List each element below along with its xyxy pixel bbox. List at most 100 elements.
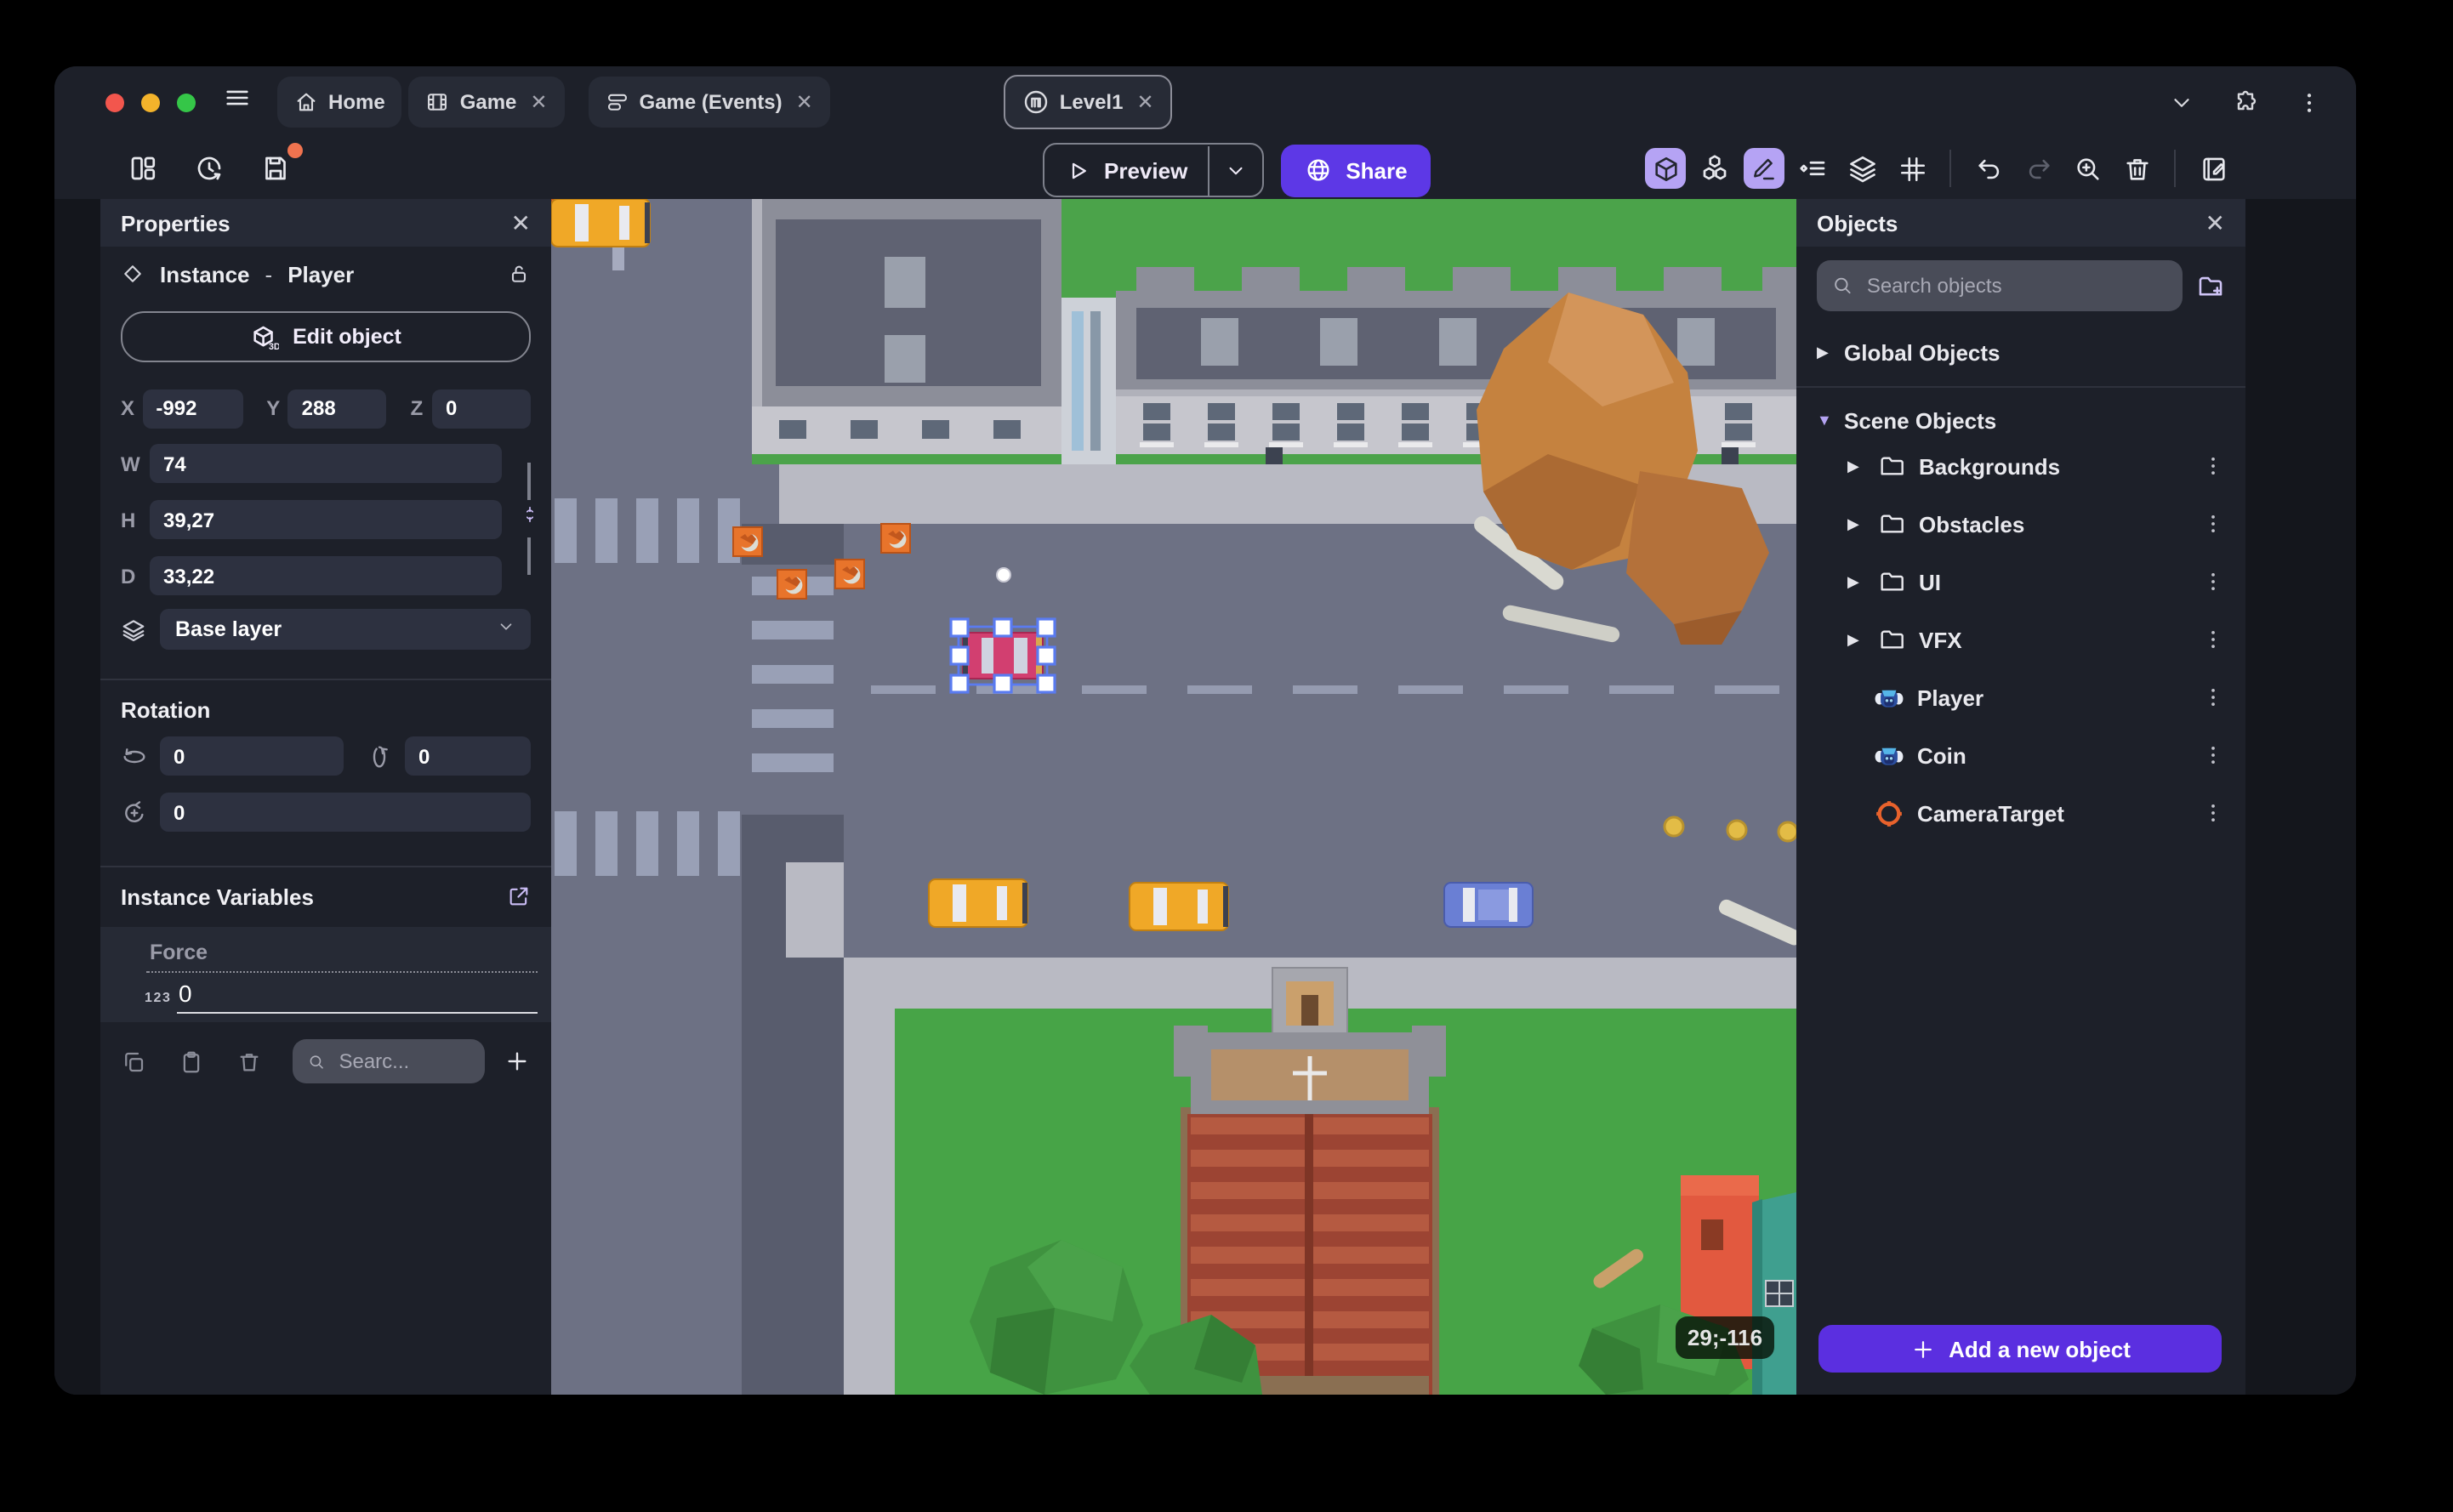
variable-row-force[interactable]: Force 123 0 <box>100 927 551 1022</box>
position-row: X Y Z <box>121 388 531 429</box>
browser-menu-kebab-icon[interactable] <box>2296 89 2322 115</box>
y-input[interactable] <box>287 389 387 428</box>
edit-object-button[interactable]: 3D Edit object <box>121 311 531 362</box>
maximize-window-button[interactable] <box>177 93 196 111</box>
events-sheet-icon <box>607 94 627 111</box>
trash-icon[interactable] <box>236 1049 262 1074</box>
close-objects-icon[interactable]: ✕ <box>2205 208 2225 237</box>
view-3d-button[interactable] <box>1645 148 1686 189</box>
objects-search-input[interactable] <box>1863 272 2167 299</box>
group-scene-objects[interactable]: ▼ Scene Objects <box>1796 400 2245 441</box>
w-label: W <box>121 452 140 475</box>
group-global-objects[interactable]: ▶ Global Objects <box>1796 332 2245 372</box>
add-new-object-button[interactable]: Add a new object <box>1818 1325 2222 1373</box>
undo-icon <box>1978 158 1999 179</box>
object-item-camera-target[interactable]: CameraTarget <box>1796 784 2245 842</box>
close-window-button[interactable] <box>105 93 124 111</box>
close-tab-icon[interactable]: ✕ <box>530 92 547 112</box>
main-menu-button[interactable] <box>223 83 252 121</box>
tab-level1[interactable]: Level1 ✕ <box>1003 75 1173 129</box>
add-variable-button[interactable] <box>504 1048 531 1075</box>
object-folder-ui[interactable]: ▶ UI <box>1796 553 2245 611</box>
objects-panel-header: Objects ✕ <box>1796 199 2245 247</box>
kebab-menu-icon[interactable] <box>2201 743 2225 767</box>
layer-value: Base layer <box>175 617 282 641</box>
object-label: Player <box>1917 685 1984 710</box>
object-folder-obstacles[interactable]: ▶ Obstacles <box>1796 495 2245 553</box>
object-folder-backgrounds[interactable]: ▶ Backgrounds <box>1796 437 2245 495</box>
object-item-coin[interactable]: Coin <box>1796 726 2245 784</box>
rotation-x-input[interactable] <box>160 736 344 776</box>
kebab-menu-icon[interactable] <box>2201 801 2225 825</box>
tab-game-events[interactable]: Game (Events) ✕ <box>588 77 830 128</box>
close-tab-icon[interactable]: ✕ <box>1136 92 1153 112</box>
kebab-menu-icon[interactable] <box>2201 570 2225 594</box>
save-button[interactable] <box>255 143 303 189</box>
blue-car[interactable] <box>1443 882 1534 928</box>
redo-button[interactable] <box>2018 148 2058 189</box>
yellow-car[interactable] <box>551 199 651 247</box>
folder-icon <box>1881 514 1904 533</box>
rotate-x-icon <box>123 747 145 763</box>
delete-button[interactable] <box>2116 148 2157 189</box>
edit-mode-button[interactable] <box>1744 148 1784 189</box>
preview-button[interactable]: Preview <box>1044 157 1208 183</box>
layer-row: Base layer <box>121 609 531 650</box>
unlock-icon[interactable] <box>507 262 531 286</box>
scene-properties-button[interactable] <box>2193 148 2234 189</box>
layers-button[interactable] <box>1842 148 1883 189</box>
object-stack-button[interactable] <box>1694 148 1735 189</box>
depth-input[interactable] <box>150 556 502 595</box>
kebab-menu-icon[interactable] <box>2201 628 2225 651</box>
height-input[interactable] <box>150 500 502 539</box>
rotation-row-1 <box>121 736 531 776</box>
share-label: Share <box>1346 157 1408 183</box>
sprite-monkey-icon <box>1875 747 1904 765</box>
width-input[interactable] <box>150 444 502 483</box>
kebab-menu-icon[interactable] <box>2201 685 2225 709</box>
close-properties-icon[interactable]: ✕ <box>511 208 531 237</box>
object-item-player[interactable]: Player <box>1796 668 2245 726</box>
grid-button[interactable] <box>1892 148 1932 189</box>
history-button[interactable] <box>189 148 230 189</box>
tab-home[interactable]: Home <box>277 77 402 128</box>
variables-search-input[interactable] <box>335 1048 470 1075</box>
rotation-z-input[interactable] <box>160 793 531 832</box>
height-row: H <box>121 500 531 539</box>
minimize-window-button[interactable] <box>141 93 160 111</box>
kebab-menu-icon[interactable] <box>2201 512 2225 536</box>
title-bar: Home Game ✕ Game (Events) ✕ Level1 ✕ <box>54 66 2356 138</box>
scene-canvas[interactable]: 29;-116 <box>551 199 1796 1395</box>
link-dimensions-control[interactable] <box>517 463 541 575</box>
cursor-coordinates-badge: 29;-116 <box>1676 1316 1774 1359</box>
rotation-y-input[interactable] <box>405 736 531 776</box>
panels-layout-button[interactable] <box>122 148 163 189</box>
hamburger-icon <box>226 90 248 105</box>
chevron-down-icon[interactable] <box>2169 89 2194 115</box>
tab-game[interactable]: Game ✕ <box>408 77 565 128</box>
history-clock-icon <box>197 156 221 180</box>
z-input[interactable] <box>432 389 531 428</box>
extensions-puzzle-icon[interactable] <box>2232 88 2259 116</box>
object-folder-vfx[interactable]: ▶ VFX <box>1796 611 2245 668</box>
zoom-button[interactable] <box>2067 148 2108 189</box>
layer-select[interactable]: Base layer <box>160 609 531 650</box>
redo-icon <box>2028 158 2049 179</box>
new-folder-icon[interactable] <box>2196 271 2225 300</box>
preview-options-button[interactable] <box>1209 159 1262 181</box>
share-button[interactable]: Share <box>1281 144 1431 196</box>
copy-icon[interactable] <box>121 1049 146 1074</box>
kebab-menu-icon[interactable] <box>2201 454 2225 478</box>
instances-list-button[interactable] <box>1793 148 1834 189</box>
play-icon <box>1072 162 1086 179</box>
external-link-icon[interactable] <box>507 884 531 908</box>
x-input[interactable] <box>142 389 243 428</box>
scene-render <box>551 199 1796 1395</box>
close-tab-icon[interactable]: ✕ <box>796 92 813 112</box>
paste-icon[interactable] <box>179 1049 204 1074</box>
camera-target-icon <box>1876 800 1902 826</box>
variable-value[interactable]: 0 <box>179 980 192 1007</box>
edit-object-label: Edit object <box>293 325 401 349</box>
folder-icon <box>1881 457 1904 475</box>
undo-button[interactable] <box>1968 148 2009 189</box>
